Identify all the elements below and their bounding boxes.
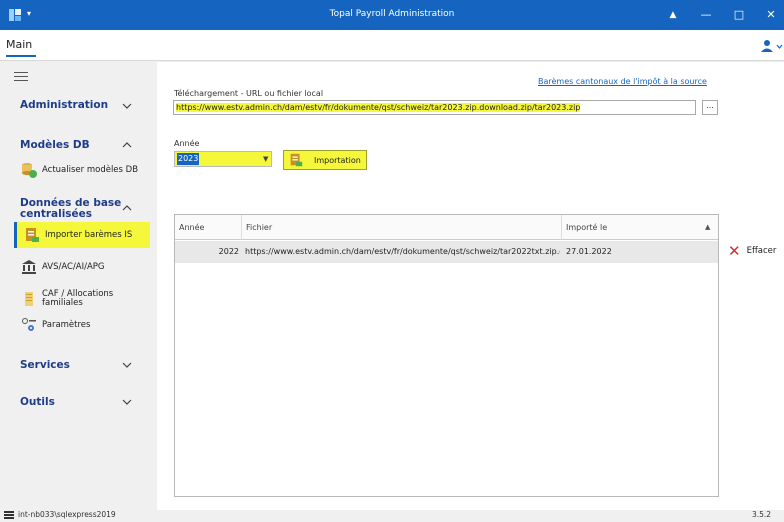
cell-importe-le: 27.01.2022 bbox=[566, 247, 612, 256]
bank-icon bbox=[22, 260, 36, 274]
chevron-up-icon[interactable] bbox=[122, 203, 132, 213]
maximize-button[interactable]: □ bbox=[729, 6, 749, 24]
year-label: Année bbox=[174, 139, 200, 148]
import-button[interactable]: Importation bbox=[283, 150, 367, 170]
sidebar-section-donnees-base[interactable]: Données de base centralisées bbox=[20, 198, 125, 220]
year-select[interactable]: 2023 ▼ bbox=[174, 151, 272, 167]
chevron-down-icon[interactable] bbox=[122, 101, 132, 111]
status-menu-icon[interactable] bbox=[4, 511, 14, 519]
sidebar-item-label: Actualiser modèles DB bbox=[42, 165, 139, 175]
download-label: Téléchargement - URL ou fichier local bbox=[174, 89, 324, 98]
column-header-importe-le[interactable]: Importé le bbox=[562, 215, 718, 240]
sidebar-item-avs[interactable]: AVS/AC/AI/APG bbox=[14, 254, 150, 280]
chevron-up-icon[interactable] bbox=[122, 140, 132, 150]
sidebar-item-label: AVS/AC/AI/APG bbox=[42, 262, 105, 272]
sidebar-section-outils[interactable]: Outils bbox=[20, 396, 55, 408]
table-row[interactable]: 2022 https://www.estv.admin.ch/dam/estv/… bbox=[175, 241, 718, 263]
chevron-down-icon[interactable] bbox=[122, 360, 132, 370]
sidebar-section-services[interactable]: Services bbox=[20, 359, 70, 371]
delete-button-label: Effacer bbox=[746, 246, 777, 256]
column-header-fichier[interactable]: Fichier bbox=[242, 215, 562, 240]
import-button-label: Importation bbox=[314, 155, 361, 165]
sidebar-item-label: CAF / Allocations familiales bbox=[42, 289, 114, 308]
hamburger-menu-icon[interactable] bbox=[14, 72, 28, 82]
tab-main-underline bbox=[6, 55, 36, 57]
title-bar: ▾ Topal Payroll Administration ▲ — □ ✕ bbox=[0, 0, 784, 30]
sidebar-item-importer-baremes[interactable]: Importer barèmes IS bbox=[14, 222, 150, 248]
delete-x-icon: ✕ bbox=[728, 242, 741, 260]
sidebar-item-caf[interactable]: CAF / Allocations familiales bbox=[14, 282, 150, 316]
browse-button[interactable]: ... bbox=[702, 100, 718, 115]
cell-annee: 2022 bbox=[218, 247, 239, 256]
version-label: 3.5.2 bbox=[752, 510, 772, 519]
sidebar-item-actualiser-modeles[interactable]: Actualiser modèles DB bbox=[14, 157, 150, 183]
sort-ascending-icon[interactable]: ▲ bbox=[705, 215, 710, 240]
dropdown-arrow-icon[interactable]: ▼ bbox=[263, 152, 268, 166]
minimize-button[interactable]: — bbox=[696, 6, 716, 24]
cell-fichier: https://www.estv.admin.ch/dam/estv/fr/do… bbox=[245, 247, 560, 256]
settings-gear-icon bbox=[22, 318, 36, 331]
import-file-icon bbox=[26, 228, 39, 242]
user-account-icon[interactable] bbox=[760, 38, 784, 54]
database-refresh-icon bbox=[22, 163, 37, 178]
url-input-value: https://www.estv.admin.ch/dam/estv/fr/do… bbox=[176, 103, 581, 112]
sidebar-item-parametres[interactable]: Paramètres bbox=[14, 312, 150, 338]
document-stack-icon bbox=[25, 292, 33, 306]
column-header-annee[interactable]: Année bbox=[175, 215, 242, 240]
sidebar-section-modeles-db[interactable]: Modèles DB bbox=[20, 139, 90, 151]
database-connection: int-nb033\sqlexpress2019 bbox=[18, 510, 116, 519]
tab-strip: Main bbox=[0, 30, 784, 61]
sidebar-section-administration[interactable]: Administration bbox=[20, 99, 108, 111]
import-file-icon bbox=[290, 153, 303, 167]
year-select-value: 2023 bbox=[177, 153, 200, 165]
sidebar-item-label: Importer barèmes IS bbox=[45, 230, 133, 240]
close-button[interactable]: ✕ bbox=[761, 6, 781, 24]
imports-table: Année Fichier Importé le ▲ 2022 https://… bbox=[174, 214, 719, 497]
sidebar: Administration Modèles DB Actualiser mod… bbox=[0, 62, 157, 510]
main-content: Téléchargement - URL ou fichier local Ba… bbox=[157, 62, 784, 510]
url-input[interactable]: https://www.estv.admin.ch/dam/estv/fr/do… bbox=[173, 100, 696, 115]
baremes-cantonaux-link[interactable]: Barèmes cantonaux de l'impôt à la source bbox=[538, 77, 707, 86]
sidebar-item-label: Paramètres bbox=[42, 320, 91, 330]
delete-button[interactable]: ✕ Effacer bbox=[724, 241, 784, 261]
status-bar: int-nb033\sqlexpress2019 3.5.2 bbox=[0, 510, 784, 522]
table-header: Année Fichier Importé le ▲ bbox=[175, 215, 718, 240]
notification-icon[interactable]: ▲ bbox=[663, 6, 683, 24]
tab-main[interactable]: Main bbox=[6, 38, 32, 51]
chevron-down-icon[interactable] bbox=[122, 397, 132, 407]
